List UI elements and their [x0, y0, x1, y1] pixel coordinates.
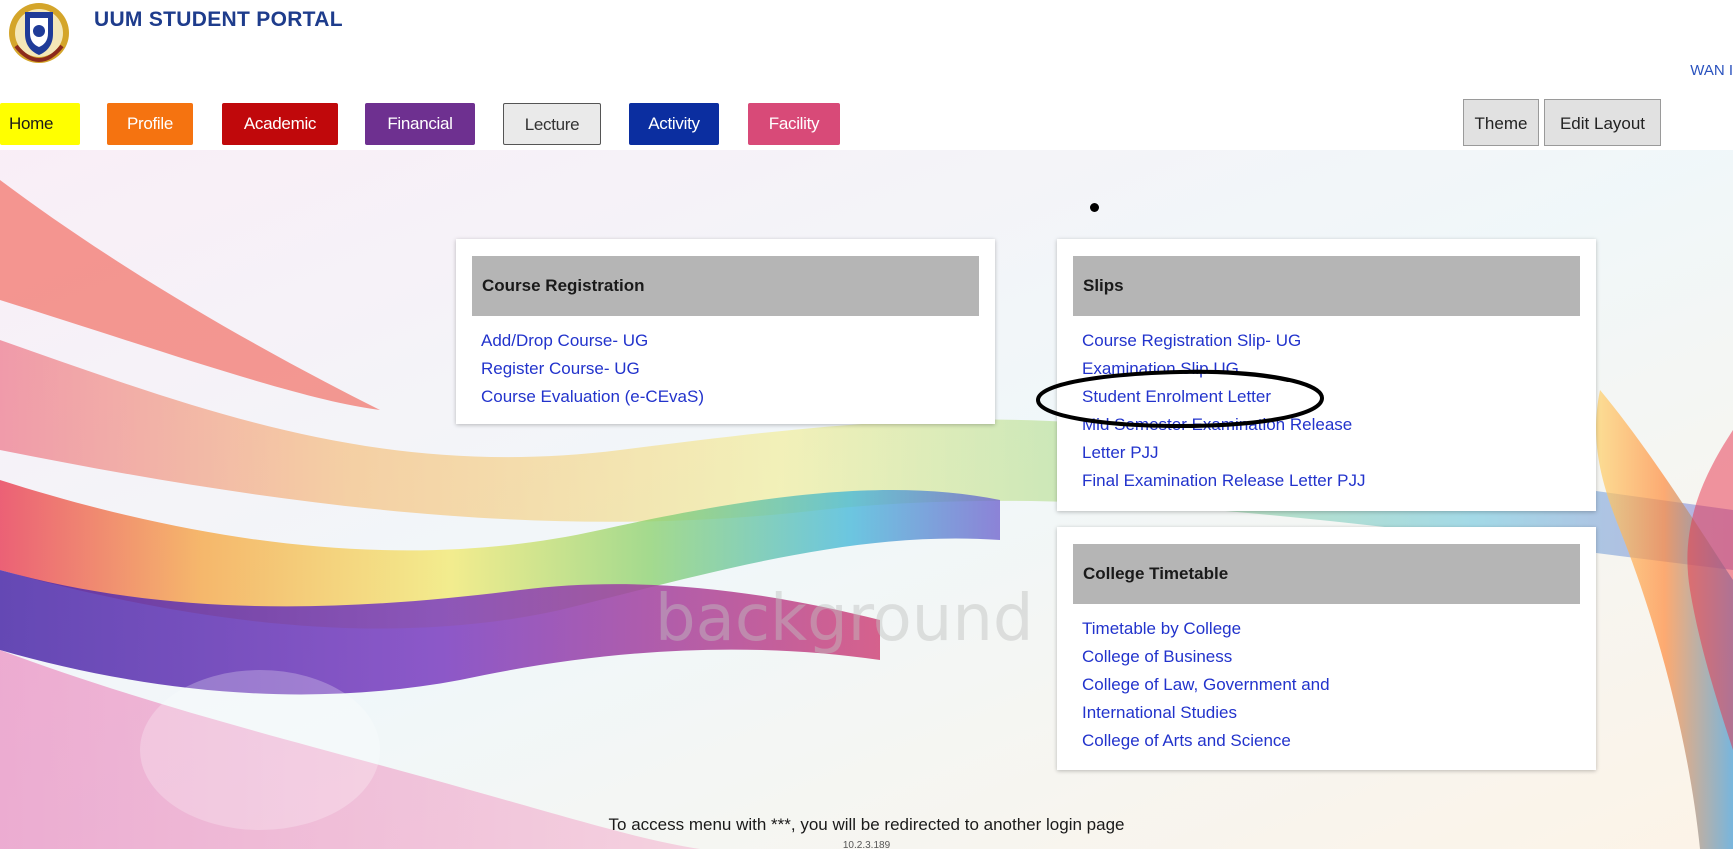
panel-link-list: Course Registration Slip- UG Examination… — [1082, 327, 1584, 495]
panel-slips: Slips Course Registration Slip- UG Exami… — [1057, 239, 1596, 511]
page: background UUM STUDENT PORTAL WAN I Home… — [0, 0, 1733, 849]
link-final-examination-release-letter-pjj[interactable]: Final Examination Release Letter PJJ — [1082, 467, 1584, 495]
panel-link-list: Add/Drop Course- UG Register Course- UG … — [481, 327, 983, 411]
panel-link-list: Timetable by College College of Business… — [1082, 615, 1584, 755]
nav-facility-button[interactable]: Facility — [748, 103, 840, 145]
bullet-dot — [1090, 203, 1099, 212]
panel-title: Slips — [1073, 256, 1580, 316]
link-add-drop-course-ug[interactable]: Add/Drop Course- UG — [481, 327, 983, 355]
user-name-link[interactable]: WAN I — [1690, 62, 1733, 79]
link-timetable-by-college[interactable]: Timetable by College — [1082, 615, 1584, 643]
nav-home-button[interactable]: Home — [0, 103, 80, 145]
footer-ip: 10.2.3.189 — [842, 840, 891, 849]
portal-title: UUM STUDENT PORTAL — [94, 8, 343, 31]
panel-course-registration: Course Registration Add/Drop Course- UG … — [456, 239, 995, 424]
link-college-of-law-line1[interactable]: College of Law, Government and — [1082, 671, 1584, 699]
panel-college-timetable: College Timetable Timetable by College C… — [1057, 527, 1596, 770]
link-college-of-law-line2[interactable]: International Studies — [1082, 699, 1584, 727]
link-college-of-arts-and-science[interactable]: College of Arts and Science — [1082, 727, 1584, 755]
edit-layout-button[interactable]: Edit Layout — [1544, 99, 1661, 146]
nav-lecture-button[interactable]: Lecture — [503, 103, 601, 145]
panel-title: Course Registration — [472, 256, 979, 316]
uum-logo — [9, 3, 69, 63]
link-examination-slip-ug[interactable]: Examination Slip UG — [1082, 355, 1584, 383]
link-mid-semester-examination-release[interactable]: Mid Semester Examination Release — [1082, 411, 1584, 439]
link-college-of-business[interactable]: College of Business — [1082, 643, 1584, 671]
link-course-evaluation[interactable]: Course Evaluation (e-CEvaS) — [481, 383, 983, 411]
theme-button[interactable]: Theme — [1463, 99, 1539, 146]
link-letter-pjj[interactable]: Letter PJJ — [1082, 439, 1584, 467]
nav-financial-button[interactable]: Financial — [365, 103, 475, 145]
panel-title: College Timetable — [1073, 544, 1580, 604]
background-watermark-text: background — [655, 582, 1034, 656]
link-course-registration-slip-ug[interactable]: Course Registration Slip- UG — [1082, 327, 1584, 355]
nav-activity-button[interactable]: Activity — [629, 103, 719, 145]
link-student-enrolment-letter[interactable]: Student Enrolment Letter — [1082, 383, 1584, 411]
nav-academic-button[interactable]: Academic — [222, 103, 338, 145]
nav-profile-button[interactable]: Profile — [107, 103, 193, 145]
footer-note: To access menu with ***, you will be red… — [608, 815, 1125, 834]
link-register-course-ug[interactable]: Register Course- UG — [481, 355, 983, 383]
